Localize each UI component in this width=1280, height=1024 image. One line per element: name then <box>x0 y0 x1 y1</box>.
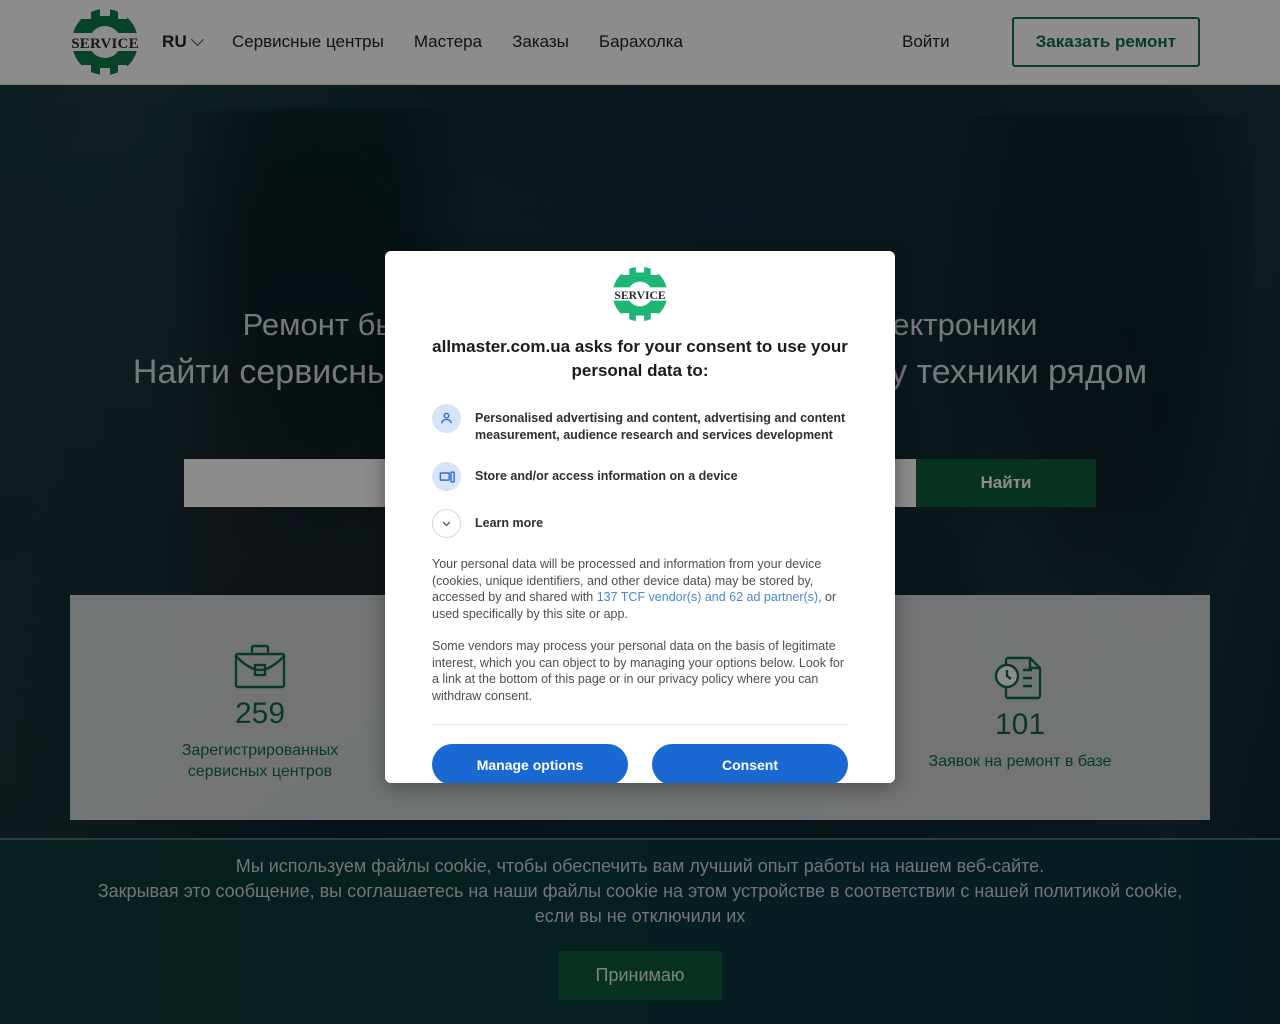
purpose-label: Store and/or access information on a dev… <box>475 469 738 483</box>
consent-purposes-list: Personalised advertising and content, ad… <box>432 404 848 538</box>
consent-modal: SERVICE allmaster.com.ua asks for your c… <box>385 251 895 783</box>
device-icon <box>432 462 461 491</box>
consent-paragraph-1: Your personal data will be processed and… <box>432 556 848 622</box>
consent-modal-actions: Manage options Consent <box>432 744 848 783</box>
chevron-down-icon <box>432 509 461 538</box>
person-icon <box>432 404 461 433</box>
purpose-label: Learn more <box>475 516 544 530</box>
consent-paragraph-2: Some vendors may process your personal d… <box>432 639 845 703</box>
modal-divider <box>432 724 848 725</box>
consent-button[interactable]: Consent <box>652 744 848 783</box>
purpose-item-personalised-ads: Personalised advertising and content, ad… <box>432 404 848 444</box>
vendors-link[interactable]: 137 TCF vendor(s) and 62 ad partner(s) <box>597 590 818 604</box>
modal-logo-wordmark: SERVICE <box>614 289 665 302</box>
purpose-label: Personalised advertising and content, ad… <box>475 411 846 442</box>
modal-service-gear-logo-icon: SERVICE <box>611 265 669 323</box>
purpose-item-store-access: Store and/or access information on a dev… <box>432 462 848 491</box>
page-root: SERVICE RU Сервисные центры Мастера Зака… <box>0 0 1280 1024</box>
consent-modal-title: allmaster.com.ua asks for your consent t… <box>432 337 848 380</box>
manage-options-button[interactable]: Manage options <box>432 744 628 783</box>
purpose-item-learn-more[interactable]: Learn more <box>432 509 848 538</box>
